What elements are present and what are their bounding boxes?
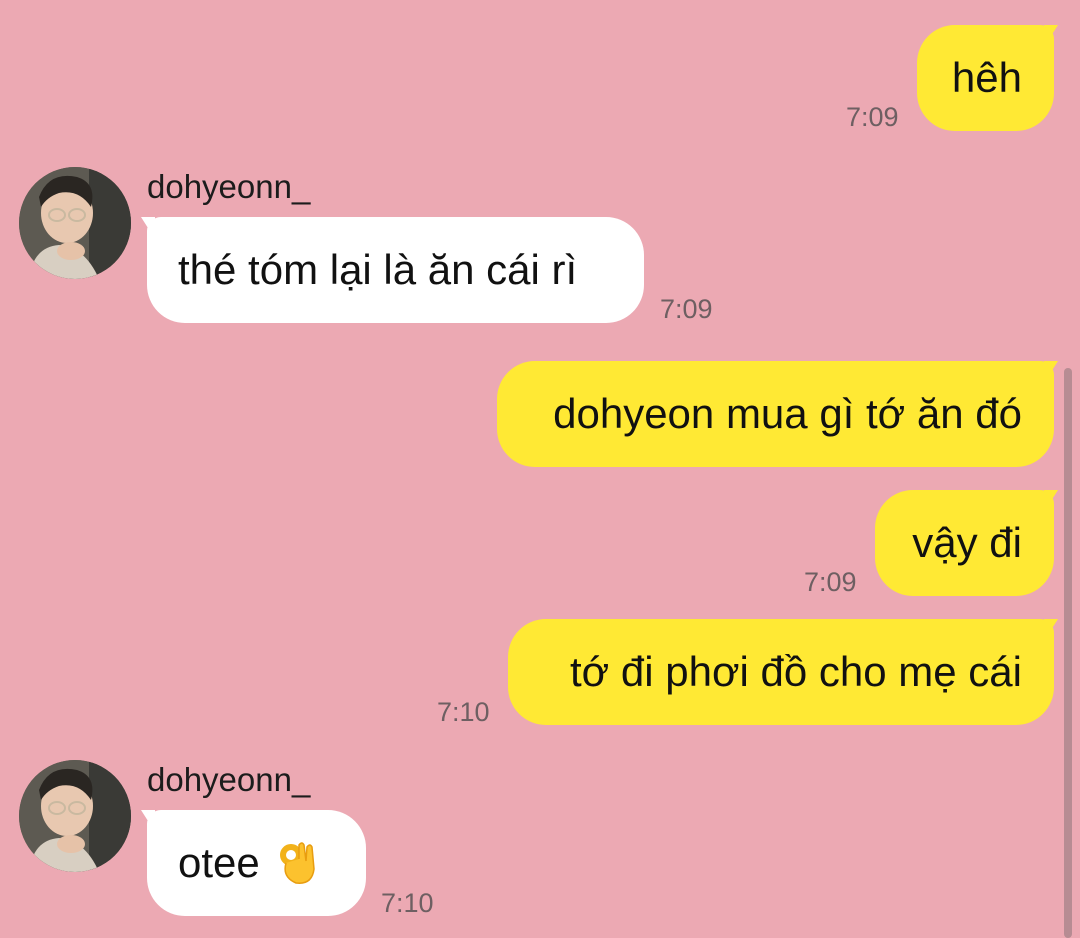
contact-avatar[interactable] bbox=[19, 167, 131, 279]
message-timestamp: 7:09 bbox=[804, 567, 857, 597]
message-timestamp: 7:10 bbox=[437, 697, 490, 727]
message-timestamp: 7:09 bbox=[660, 294, 713, 324]
message-text: otee bbox=[178, 839, 260, 886]
sender-name: dohyeonn_ bbox=[147, 761, 311, 798]
outgoing-message-bubble[interactable]: tớ đi phơi đồ cho mẹ cái bbox=[508, 619, 1058, 725]
avatar-photo-icon bbox=[19, 167, 131, 279]
message-timestamp: 7:09 bbox=[846, 102, 899, 132]
incoming-message-bubble[interactable]: thé tóm lại là ăn cái rì bbox=[141, 217, 644, 323]
message-text: thé tóm lại là ăn cái rì bbox=[178, 246, 578, 293]
ok-hand-emoji-icon bbox=[278, 841, 318, 885]
message-text: tớ đi phơi đồ cho mẹ cái bbox=[570, 648, 1022, 695]
avatar-photo-icon bbox=[19, 760, 131, 872]
sender-name: dohyeonn_ bbox=[147, 168, 311, 205]
outgoing-message-bubble[interactable]: vậy đi bbox=[875, 490, 1058, 596]
chat-message-list[interactable]: 7:09 hêh dohyeonn_ thé tóm lại là ăn cái… bbox=[0, 0, 1080, 938]
message-text: hêh bbox=[951, 54, 1022, 101]
outgoing-message-bubble[interactable]: dohyeon mua gì tớ ăn đó bbox=[497, 361, 1058, 467]
contact-avatar[interactable] bbox=[19, 760, 131, 872]
scrollbar[interactable] bbox=[1064, 368, 1072, 938]
message-text: dohyeon mua gì tớ ăn đó bbox=[553, 390, 1022, 437]
message-text: vậy đi bbox=[912, 519, 1022, 566]
message-timestamp: 7:10 bbox=[381, 888, 434, 918]
outgoing-message-bubble[interactable]: hêh bbox=[917, 25, 1058, 131]
incoming-message-bubble[interactable]: otee bbox=[141, 810, 366, 916]
